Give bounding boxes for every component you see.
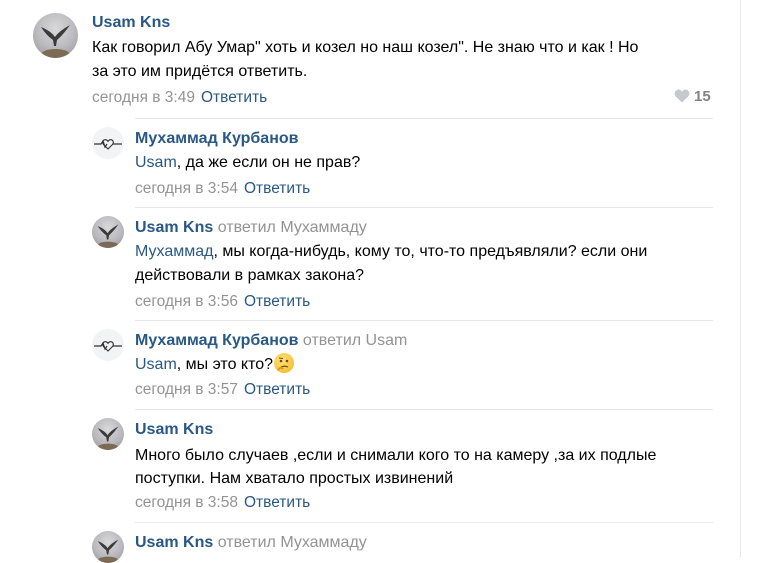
comment-divider bbox=[135, 118, 713, 119]
mention-link[interactable]: Usam bbox=[135, 356, 177, 373]
comment-author: Usam Kns ответил Мухаммаду bbox=[135, 219, 367, 237]
replied-to-link[interactable]: Usam bbox=[366, 332, 408, 349]
like-count: 15 bbox=[694, 88, 711, 105]
mention-link[interactable]: Мухаммад bbox=[135, 243, 213, 260]
comment-meta: сегодня в 3:58 Ответить bbox=[135, 494, 310, 512]
replied-label: ответил bbox=[217, 534, 276, 551]
bird-avatar-icon bbox=[97, 426, 119, 450]
comment-text-line: Usam, да же если он не прав? bbox=[135, 151, 360, 175]
bird-avatar-icon bbox=[41, 25, 70, 58]
comment-time[interactable]: сегодня в 3:49 bbox=[92, 89, 195, 106]
avatar[interactable] bbox=[33, 13, 78, 58]
comment-author: Usam Kns ответил Мухаммаду bbox=[135, 534, 367, 552]
avatar[interactable] bbox=[92, 531, 124, 563]
comment-author[interactable]: Usam Kns bbox=[135, 421, 213, 439]
heart-line-avatar-icon bbox=[94, 341, 122, 352]
comment-author[interactable]: Usam Kns bbox=[92, 14, 170, 32]
comment-text: , да же если он не прав? bbox=[176, 154, 361, 171]
comment-time[interactable]: сегодня в 3:57 bbox=[135, 381, 238, 398]
replied-to-link[interactable]: Мухаммаду bbox=[280, 219, 366, 236]
reply-link[interactable]: Ответить bbox=[244, 293, 310, 310]
comment-meta: сегодня в 3:49 Ответить bbox=[92, 89, 267, 107]
comment-time[interactable]: сегодня в 3:54 bbox=[135, 180, 238, 197]
avatar[interactable] bbox=[92, 127, 124, 159]
replied-to-link[interactable]: Мухаммаду bbox=[280, 534, 366, 551]
author-name[interactable]: Мухаммад Курбанов bbox=[135, 332, 298, 349]
comment-text: , мы когда-нибудь, кому то, что-то предъ… bbox=[213, 243, 648, 260]
avatar[interactable] bbox=[92, 216, 124, 248]
author-name[interactable]: Usam Kns bbox=[135, 219, 213, 236]
heart-line-avatar-icon bbox=[94, 139, 122, 150]
reply-link[interactable]: Ответить bbox=[244, 180, 310, 197]
comment-text-line: Usam, мы это кто? bbox=[135, 353, 295, 377]
comment-text-line: Мухаммад, мы когда-нибудь, кому то, что-… bbox=[135, 240, 647, 264]
avatar[interactable] bbox=[92, 418, 124, 450]
comment-divider bbox=[135, 320, 713, 321]
comment-time[interactable]: сегодня в 3:58 bbox=[135, 494, 238, 511]
comment-divider bbox=[135, 409, 713, 410]
comment-time[interactable]: сегодня в 3:56 bbox=[135, 293, 238, 310]
reply-link[interactable]: Ответить bbox=[244, 381, 310, 398]
replied-label: ответил bbox=[217, 219, 276, 236]
bird-avatar-icon bbox=[97, 539, 119, 563]
comment-divider bbox=[135, 522, 713, 523]
comment-text-line: за это им придётся ответить. bbox=[92, 63, 308, 80]
comment-meta: сегодня в 3:54 Ответить bbox=[135, 180, 310, 198]
comment-text-line: поступки. Нам хватало простых извинений bbox=[135, 470, 454, 487]
replied-label: ответил bbox=[302, 332, 362, 349]
right-border bbox=[740, 0, 741, 557]
comment-text-line: Много было случаев ,если и снимали кого … bbox=[135, 447, 657, 464]
reply-link[interactable]: Ответить bbox=[201, 89, 267, 106]
comment-text: , мы это кто? bbox=[176, 356, 274, 373]
comment-author: Мухаммад Курбанов ответил Usam bbox=[135, 332, 407, 350]
heart-icon bbox=[674, 89, 690, 103]
comment-author[interactable]: Мухаммад Курбанов bbox=[135, 130, 298, 148]
comment-meta: сегодня в 3:57 Ответить bbox=[135, 381, 310, 399]
comment-meta: сегодня в 3:56 Ответить bbox=[135, 293, 310, 311]
author-name[interactable]: Usam Kns bbox=[135, 534, 213, 551]
comment-divider bbox=[135, 207, 713, 208]
mention-link[interactable]: Usam bbox=[135, 154, 177, 171]
like-button[interactable]: 15 bbox=[674, 88, 711, 105]
reply-link[interactable]: Ответить bbox=[244, 494, 310, 511]
bird-avatar-icon bbox=[97, 224, 119, 248]
thinking-face-icon bbox=[274, 353, 295, 373]
comment-text-line: действовали в рамках закона? bbox=[135, 267, 365, 284]
comment-text-line: Как говорил Абу Умар" хоть и козел но на… bbox=[92, 39, 639, 56]
avatar[interactable] bbox=[92, 329, 124, 361]
